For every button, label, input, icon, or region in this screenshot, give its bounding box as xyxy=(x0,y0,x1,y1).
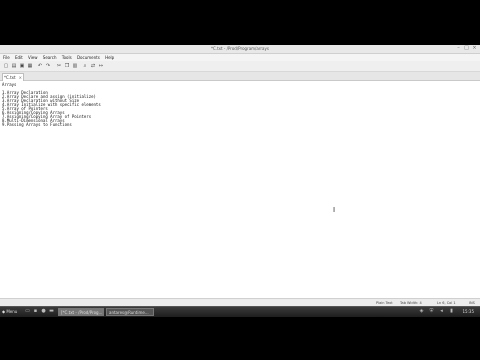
clock[interactable]: 15:35 xyxy=(462,308,474,316)
files-icon[interactable]: ▬ xyxy=(48,308,55,315)
search-icon[interactable]: ⌕ xyxy=(82,63,88,69)
toolbar: ▢ ▤ ▣ ▦ ↶ ↷ ✂ ❐ ▥ ⌕ ⇄ ↦ xyxy=(0,61,480,72)
menu-icon: ◆ xyxy=(2,309,6,314)
browser-icon[interactable]: ● xyxy=(40,308,47,315)
menu-search[interactable]: Search xyxy=(41,54,59,61)
maximize-icon[interactable]: □ xyxy=(464,46,469,51)
editor-window: *C.txt - /Prod/Program/arrays – □ × File… xyxy=(0,45,480,307)
start-menu-label: Menu xyxy=(6,309,18,314)
undo-icon[interactable]: ↶ xyxy=(37,63,43,69)
save-as-icon[interactable]: ▦ xyxy=(27,63,33,69)
replace-icon[interactable]: ⇄ xyxy=(90,63,96,69)
close-icon[interactable]: × xyxy=(472,46,477,51)
new-file-icon[interactable]: ▢ xyxy=(3,63,9,69)
battery-icon[interactable]: ▮ xyxy=(448,308,455,315)
editor-line: 9.Passing Arrays to Functions xyxy=(2,122,72,127)
tab-document[interactable]: *C.txt × xyxy=(2,73,24,81)
menu-bar: File Edit View Search Tools Documents He… xyxy=(0,54,480,61)
tab-close-icon[interactable]: × xyxy=(19,74,22,81)
goto-icon[interactable]: ↦ xyxy=(98,63,104,69)
task-terminal[interactable]: antares@Runtime... xyxy=(106,308,154,316)
terminal-icon[interactable]: ▪ xyxy=(32,308,39,315)
paste-icon[interactable]: ▥ xyxy=(72,63,78,69)
menu-edit[interactable]: Edit xyxy=(13,54,25,61)
minimize-icon[interactable]: – xyxy=(456,46,461,51)
save-icon[interactable]: ▣ xyxy=(19,63,25,69)
network-icon[interactable]: ◈ xyxy=(418,308,425,315)
menu-view[interactable]: View xyxy=(26,54,40,61)
menu-tools[interactable]: Tools xyxy=(60,54,74,61)
taskbar: ◆ Menu ▭ ▪ ● ▬ [*C.txt - /Prod/Prog... a… xyxy=(0,306,480,317)
cut-icon[interactable]: ✂ xyxy=(56,63,62,69)
document-tabs: *C.txt × xyxy=(0,72,480,81)
tab-label: *C.txt xyxy=(4,75,16,80)
volume-icon[interactable]: ◂ xyxy=(438,308,445,315)
redo-icon[interactable]: ↷ xyxy=(45,63,51,69)
copy-icon[interactable]: ❐ xyxy=(64,63,70,69)
menu-help[interactable]: Help xyxy=(103,54,116,61)
folder-icon[interactable]: ▭ xyxy=(24,308,31,315)
editor-line: Arrays xyxy=(2,82,17,87)
open-file-icon[interactable]: ▤ xyxy=(11,63,17,69)
editor-text[interactable]: Arrays 1.Array Declaration 2.Array Decla… xyxy=(0,81,480,127)
window-controls: – □ × xyxy=(456,46,477,51)
text-cursor-icon: I xyxy=(333,206,336,214)
menu-file[interactable]: File xyxy=(0,54,12,61)
shield-icon[interactable]: ⛨ xyxy=(428,308,435,315)
text-editor[interactable]: Arrays 1.Array Declaration 2.Array Decla… xyxy=(0,81,480,297)
title-bar[interactable]: *C.txt - /Prod/Program/arrays – □ × xyxy=(0,45,480,54)
task-editor[interactable]: [*C.txt - /Prod/Prog... xyxy=(58,308,104,316)
menu-documents[interactable]: Documents xyxy=(75,54,102,61)
window-title: *C.txt - /Prod/Program/arrays xyxy=(211,46,269,51)
start-menu-button[interactable]: ◆ Menu xyxy=(2,308,17,316)
